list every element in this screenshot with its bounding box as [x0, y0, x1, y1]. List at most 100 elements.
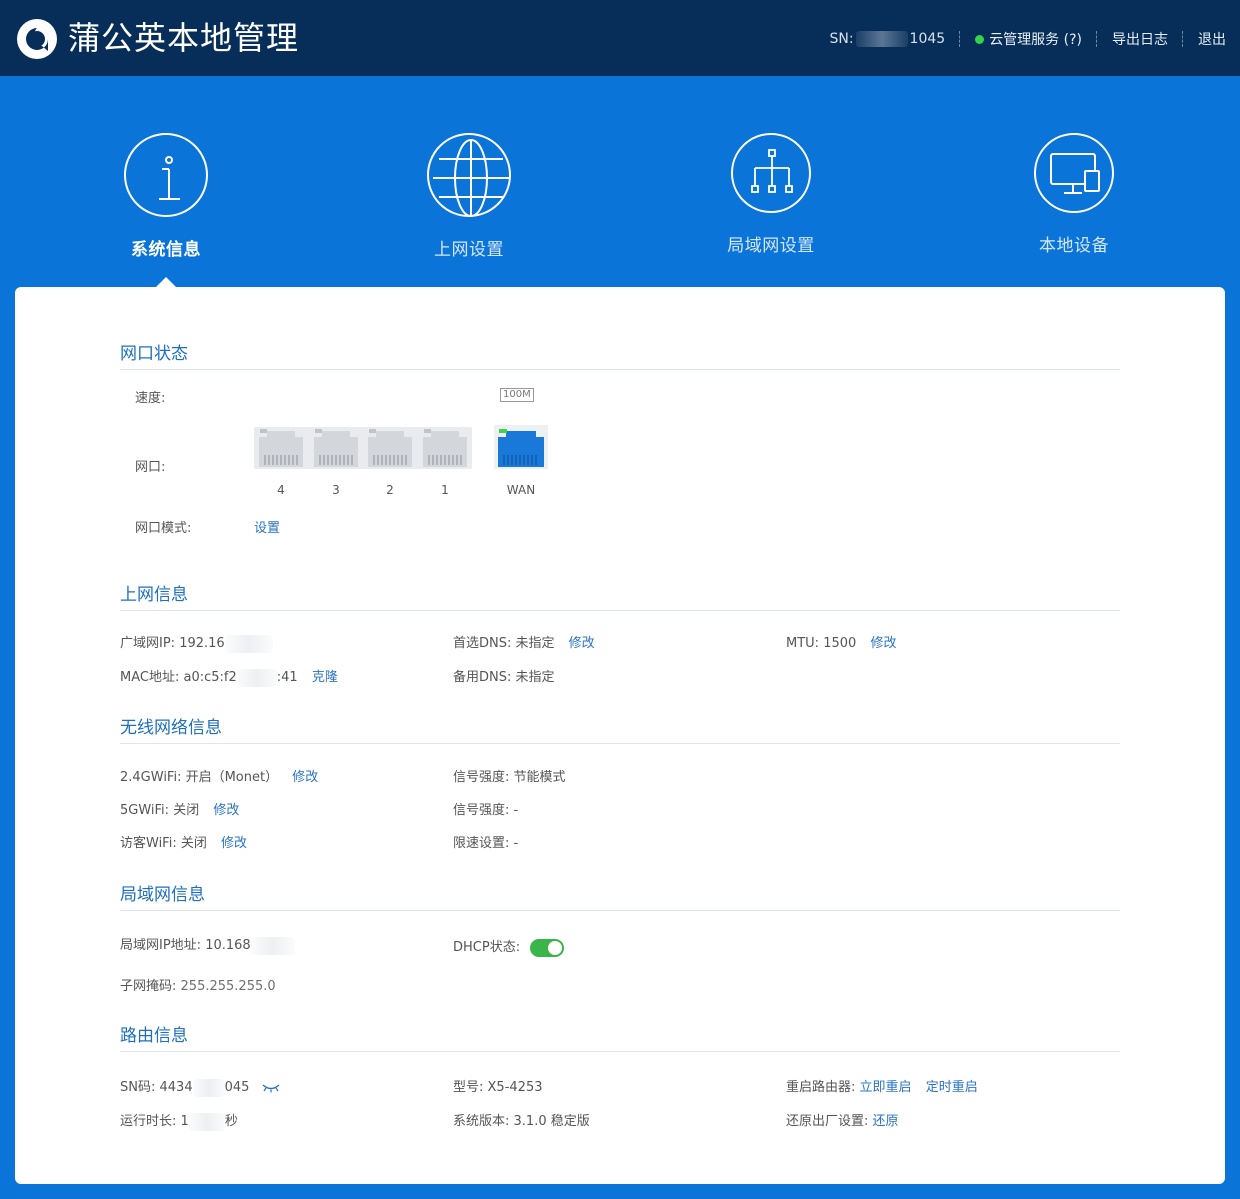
wireless-info-section: 无线网络信息 2.4GWiFi: 开启（Monet） 修改 5GWiFi: 关闭… — [120, 713, 1120, 853]
speed-limit-row: 限速设置: - — [453, 832, 518, 851]
mtu-edit-link[interactable]: 修改 — [870, 636, 896, 651]
wan-ip-label: 广域网IP: — [120, 636, 176, 651]
subnet-mask-row: 子网掩码: 255.255.255.0 — [120, 975, 276, 994]
redaction-blur — [224, 634, 273, 653]
speed-tag: 100M — [500, 388, 534, 402]
model-value: X5-4253 — [487, 1080, 543, 1095]
guest-wifi-edit-link[interactable]: 修改 — [221, 836, 247, 851]
dhcp-row: DHCP状态: — [453, 936, 565, 957]
nav-icon-circle — [1034, 133, 1114, 213]
sn-label: SN码: — [120, 1080, 156, 1095]
cloud-service-link[interactable]: 云管理服务 (?) — [989, 29, 1082, 49]
mac-clone-link[interactable]: 克隆 — [312, 670, 338, 685]
nav-icon-circle — [731, 133, 811, 213]
mac-value-start: a0:c5:f2 — [183, 670, 237, 685]
nav-icon-circle — [427, 133, 511, 217]
signal-label: 信号强度: — [453, 770, 510, 785]
section-title: 上网信息 — [120, 580, 1120, 611]
section-title: 无线网络信息 — [120, 713, 1120, 744]
port-mode-row: 网口模式: — [135, 517, 191, 536]
port-mode-label: 网口模式: — [135, 521, 192, 536]
guest-wifi-value: 关闭 — [180, 836, 207, 851]
section-title: 路由信息 — [120, 1021, 1120, 1052]
version-value: 3.1.0 稳定版 — [513, 1114, 590, 1129]
mtu-label: MTU: — [786, 636, 820, 651]
nav-internet-settings[interactable]: 上网设置 — [369, 133, 569, 260]
speed-limit-label: 限速设置: — [453, 836, 510, 851]
content-panel: 网口状态 速度: 100M 网口: 4 3 2 1 WAN 网口模式: 设置 上… — [15, 287, 1225, 1184]
lan-port-icon[interactable] — [312, 427, 360, 467]
lan-port-icon[interactable] — [421, 427, 469, 467]
pgy-logo-icon — [17, 19, 57, 59]
reboot-now-link[interactable]: 立即重启 — [860, 1080, 912, 1095]
port-number: 1 — [441, 483, 449, 497]
speed-label: 速度: — [135, 391, 166, 406]
dhcp-toggle[interactable] — [530, 938, 565, 957]
dns1-edit-link[interactable]: 修改 — [569, 636, 595, 651]
version-row: 系统版本: 3.1.0 稳定版 — [453, 1110, 590, 1129]
info-icon — [159, 156, 180, 200]
wifi5-edit-link[interactable]: 修改 — [213, 803, 239, 818]
uptime-label: 运行时长: — [120, 1114, 177, 1129]
nav-system-info[interactable]: 系统信息 — [66, 133, 266, 260]
wifi24-row: 2.4GWiFi: 开启（Monet） 修改 — [120, 766, 318, 785]
nav-label: 本地设备 — [1039, 236, 1109, 256]
lan-ip-row: 局域网IP地址: 10.168 — [120, 934, 295, 955]
mac-label: MAC地址: — [120, 670, 180, 685]
signal-row: 信号强度: 节能模式 — [453, 766, 566, 785]
redaction-blur — [188, 1112, 225, 1131]
uptime-value-start: 1 — [180, 1114, 189, 1129]
lan-port-icon[interactable] — [257, 427, 305, 467]
internet-info-section: 上网信息 广域网IP: 192.16 MAC地址: a0:c5:f2 :41 克隆… — [120, 580, 1120, 690]
app-title: 蒲公英本地管理 — [68, 19, 300, 57]
nav-label: 局域网设置 — [727, 236, 815, 256]
network-tree-icon — [751, 149, 793, 193]
mac-value-end: :41 — [276, 670, 298, 685]
wifi5-row: 5GWiFi: 关闭 修改 — [120, 799, 239, 818]
export-log-link[interactable]: 导出日志 — [1112, 29, 1168, 49]
model-row: 型号: X5-4253 — [453, 1076, 542, 1095]
dns2-label: 备用DNS: — [453, 670, 512, 685]
wan-ip-value: 192.16 — [179, 636, 225, 651]
mtu-value: 1500 — [823, 636, 857, 651]
dns1-label: 首选DNS: — [453, 636, 512, 651]
port-number: 2 — [386, 483, 394, 497]
nav-local-devices[interactable]: 本地设备 — [974, 133, 1174, 256]
dns2-value: 未指定 — [515, 670, 555, 685]
factory-reset-label: 还原出厂设置: — [786, 1114, 869, 1129]
wifi24-edit-link[interactable]: 修改 — [292, 770, 318, 785]
logout-link[interactable]: 退出 — [1198, 29, 1226, 49]
header-sn-suffix: 1045 — [909, 31, 946, 47]
version-label: 系统版本: — [453, 1114, 510, 1129]
toggle-knob — [548, 940, 563, 955]
guest-wifi-label: 访客WiFi: — [120, 836, 177, 851]
header-sn-prefix: SN: — [829, 31, 854, 47]
sn-redaction — [855, 31, 908, 47]
nav-label: 上网设置 — [434, 240, 504, 260]
wifi5-label: 5GWiFi: — [120, 803, 170, 818]
signal5-value: - — [513, 803, 519, 818]
reboot-schedule-link[interactable]: 定时重启 — [926, 1080, 978, 1095]
divider — [959, 31, 961, 47]
redaction-blur — [236, 668, 277, 687]
wan-label: WAN — [506, 483, 536, 497]
dns1-value: 未指定 — [515, 636, 555, 651]
signal-value: 节能模式 — [513, 770, 566, 785]
factory-reset-link[interactable]: 还原 — [873, 1114, 899, 1129]
mtu-row: MTU: 1500 修改 — [786, 632, 896, 651]
nav-lan-settings[interactable]: 局域网设置 — [671, 133, 871, 256]
devices-icon — [1050, 153, 1100, 194]
wan-port-icon[interactable] — [494, 425, 548, 469]
wifi24-value: 开启（Monet） — [185, 770, 279, 785]
lan-ip-label: 局域网IP地址: — [120, 938, 202, 953]
guest-wifi-row: 访客WiFi: 关闭 修改 — [120, 832, 247, 851]
lan-port-icon[interactable] — [366, 427, 414, 467]
eye-closed-icon[interactable] — [262, 1083, 280, 1093]
signal5-label: 信号强度: — [453, 803, 510, 818]
port-mode-settings-link[interactable]: 设置 — [254, 521, 280, 536]
wifi5-value: 关闭 — [173, 803, 200, 818]
top-bar: 蒲公英本地管理 SN: 1045 云管理服务 (?) 导出日志 退出 — [0, 0, 1240, 76]
section-title: 局域网信息 — [120, 880, 1120, 911]
cloud-status-dot-icon — [975, 34, 985, 44]
reboot-label: 重启路由器: — [786, 1080, 856, 1095]
